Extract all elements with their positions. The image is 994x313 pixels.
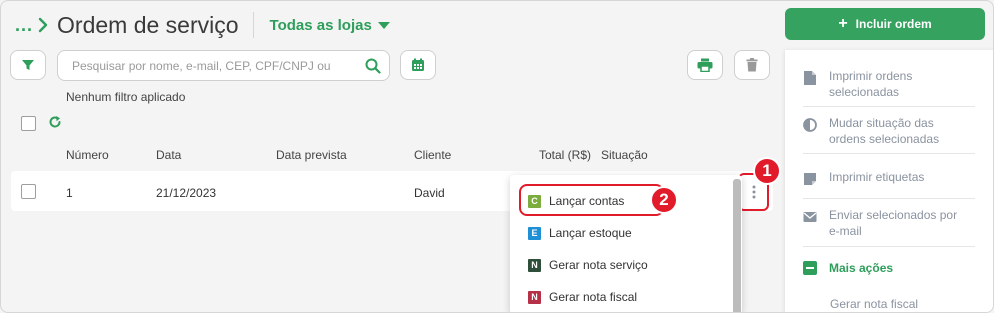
menu-item-gerar-nota-fiscal[interactable]: N Gerar nota fiscal [528, 290, 637, 304]
kebab-menu-icon [752, 185, 755, 199]
print-button[interactable] [687, 50, 723, 80]
nota-servico-letter-icon: N [528, 258, 541, 272]
add-order-label: Incluir ordem [855, 17, 932, 31]
dropdown-scrollbar[interactable] [733, 179, 741, 312]
calendar-icon [412, 58, 424, 71]
step-badge-2: 2 [650, 186, 678, 214]
store-selector[interactable]: Todas as lojas [270, 17, 390, 34]
divider [803, 246, 975, 247]
column-header-data-prevista[interactable]: Data prevista [276, 148, 347, 162]
search-field[interactable] [57, 50, 390, 81]
document-icon [804, 71, 816, 85]
menu-item-label: Gerar nota serviço [549, 258, 648, 272]
printer-icon [697, 58, 713, 72]
action-label: Mudar situação das ordens selecionadas [829, 116, 940, 146]
search-icon[interactable] [365, 58, 381, 74]
breadcrumb: ... Ordem de serviço Todas as lojas [15, 11, 390, 39]
action-label: Imprimir ordens selecionadas [829, 69, 913, 99]
column-header-situacao[interactable]: Situação [601, 148, 648, 162]
cell-cliente: David [414, 186, 445, 200]
cell-numero: 1 [66, 186, 73, 200]
delete-button[interactable] [734, 50, 770, 80]
row-checkbox[interactable] [21, 184, 36, 199]
column-header-numero[interactable]: Número [66, 148, 109, 162]
label-icon [804, 173, 816, 185]
step-badge-1: 1 [753, 157, 781, 185]
menu-item-gerar-nota-servico[interactable]: N Gerar nota serviço [528, 258, 648, 272]
bulk-actions-panel: Imprimir ordens selecionadas Mudar situa… [785, 50, 993, 312]
action-send-email[interactable]: Enviar selecionados por e-mail [803, 207, 959, 239]
nota-fiscal-letter-icon: N [528, 290, 541, 304]
filter-icon [22, 60, 34, 70]
divider [803, 198, 975, 199]
page-title: Ordem de serviço [57, 11, 239, 38]
collapse-icon [803, 261, 817, 275]
action-generate-invoice[interactable]: Gerar nota fiscal [830, 297, 918, 311]
action-change-status[interactable]: Mudar situação das ordens selecionadas [803, 115, 949, 147]
caret-down-icon [377, 21, 390, 29]
estoque-letter-icon: E [528, 226, 541, 240]
trash-icon [746, 58, 758, 72]
menu-item-label: Lançar estoque [549, 226, 632, 240]
add-order-button[interactable]: + Incluir ordem [785, 8, 985, 40]
store-selector-label: Todas as lojas [269, 16, 372, 34]
action-print-orders[interactable]: Imprimir ordens selecionadas [803, 68, 949, 100]
divider [803, 153, 975, 154]
divider [803, 106, 975, 107]
breadcrumb-back-link[interactable]: ... [15, 15, 33, 36]
highlight-lancar-contas [519, 184, 664, 216]
plus-icon: + [838, 15, 848, 32]
select-all-checkbox[interactable] [21, 116, 36, 131]
half-circle-icon [803, 118, 817, 132]
search-input[interactable] [72, 58, 365, 73]
date-filter-button[interactable] [400, 50, 436, 80]
filter-button[interactable] [10, 50, 46, 80]
column-header-data[interactable]: Data [156, 148, 181, 162]
column-header-total[interactable]: Total (R$) [539, 148, 591, 162]
action-label: Imprimir etiquetas [829, 170, 925, 184]
action-print-labels[interactable]: Imprimir etiquetas [803, 169, 924, 187]
column-header-cliente[interactable]: Cliente [414, 148, 451, 162]
title-divider [252, 12, 254, 38]
chevron-right-icon [38, 17, 48, 33]
refresh-icon[interactable] [48, 115, 62, 129]
app-frame: ... Ordem de serviço Todas as lojas + In… [0, 0, 994, 313]
more-actions-label: Mais ações [829, 261, 894, 275]
more-actions-toggle[interactable]: Mais ações [803, 261, 893, 275]
menu-item-label: Gerar nota fiscal [549, 290, 638, 304]
envelope-icon [803, 212, 817, 222]
action-label: Enviar selecionados por e-mail [829, 208, 958, 238]
menu-item-lancar-estoque[interactable]: E Lançar estoque [528, 226, 632, 240]
filter-status-text: Nenhum filtro aplicado [66, 90, 186, 104]
cell-data: 21/12/2023 [156, 186, 217, 200]
